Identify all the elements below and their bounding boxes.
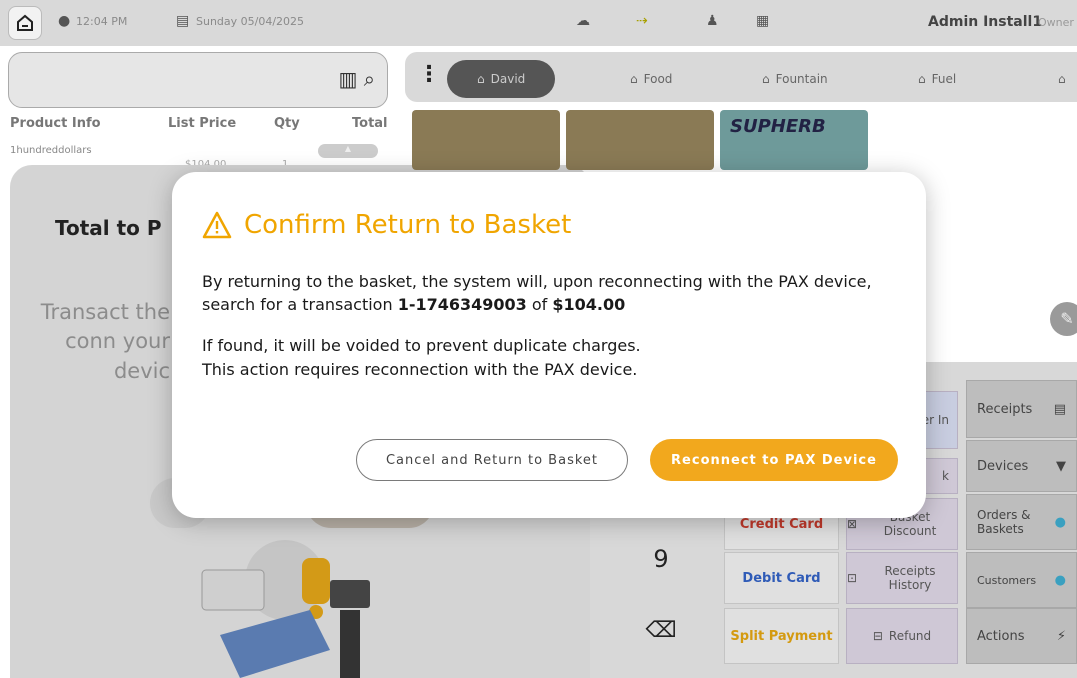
keypad-key-9[interactable]: 9 (605, 545, 717, 595)
status-date: Sunday 05/04/2025 (196, 15, 305, 28)
devices-icon: ▼ (1056, 458, 1066, 474)
transaction-id: 1-1746349003 (397, 295, 527, 315)
search-icon[interactable]: ⌕ (364, 67, 375, 91)
basket-item-expand[interactable]: ▲ (318, 144, 378, 158)
tab-food[interactable]: ⌂ Food (630, 60, 672, 98)
status-bar: ● 12:04 PM ▤ Sunday 05/04/2025 ☁ ⇢ ♟ ▦ A… (0, 0, 1077, 46)
confirm-return-dialog: Confirm Return to Basket By returning to… (172, 172, 926, 518)
dialog-paragraph-3: This action requires reconnection with t… (202, 359, 638, 379)
tab-label: David (490, 72, 526, 86)
product-tile[interactable] (412, 110, 560, 170)
store-icon: ⌂ (918, 72, 926, 86)
user-name[interactable]: Admin Install1 (928, 14, 1042, 30)
usb-icon: ⇢ (636, 13, 648, 29)
tab-label: Fuel (931, 72, 957, 86)
warning-icon (202, 211, 232, 239)
store-icon: ⌂ (630, 72, 638, 86)
dialog-title: Confirm Return to Basket (202, 210, 571, 240)
debit-card-button[interactable]: Debit Card (724, 552, 839, 604)
orders-icon: ● (1054, 514, 1066, 530)
user-icon: ♟ (706, 13, 719, 29)
calendar-icon: ▤ (176, 13, 190, 29)
store-icon: ⌂ (762, 72, 770, 86)
barcode-scan-icon[interactable]: ▥ (339, 67, 358, 91)
payment-status-message: Transact the conn your devic (40, 300, 170, 383)
tab-david[interactable]: ⌂ David (447, 60, 556, 98)
status-time: 12:04 PM (76, 15, 128, 28)
customers-icon: ● (1054, 572, 1066, 588)
total-to-pay-title: Total to P (55, 216, 162, 240)
receipt-icon: ▤ (1053, 401, 1066, 417)
receipts-history-label: Receipts History (884, 564, 936, 592)
tab-fuel[interactable]: ⌂ Fuel (918, 60, 956, 98)
backspace-key[interactable]: ⌫ (605, 603, 717, 659)
receipt-history-icon: ⊡ (847, 571, 858, 585)
discount-icon: ⊠ (847, 517, 858, 531)
dialog-body: By returning to the basket, the system w… (202, 270, 902, 381)
cancel-return-button[interactable]: Cancel and Return to Basket (356, 439, 628, 481)
reconnect-pax-button[interactable]: Reconnect to PAX Device (650, 439, 898, 481)
product-tile[interactable] (566, 110, 714, 170)
tab-label: Fountain (775, 72, 828, 86)
search-input[interactable]: ▥ ⌕ (8, 52, 388, 108)
card-terminal-illustration (201, 540, 370, 678)
refund-button[interactable]: ⊟ Refund (846, 608, 958, 664)
terminal-icon[interactable]: ▦ (756, 13, 769, 29)
orders-baskets-label: Orders & Baskets (977, 508, 1031, 536)
column-product-info: Product Info (10, 116, 101, 131)
product-tile-supherb[interactable]: SUPHERB (720, 110, 868, 170)
refund-label: Refund (888, 629, 932, 643)
column-list-price: List Price (168, 116, 237, 131)
home-button[interactable] (8, 6, 42, 40)
actions-button[interactable]: Actions ⚡ (966, 608, 1077, 664)
receipts-button[interactable]: Receipts ▤ (966, 380, 1077, 438)
devices-button[interactable]: Devices ▼ (966, 440, 1077, 492)
devices-label: Devices (977, 458, 1029, 474)
lightning-icon: ⚡ (1056, 628, 1066, 644)
cloud-sync-icon: ☁ (576, 13, 590, 29)
actions-label: Actions (977, 628, 1025, 644)
dialog-paragraph-1: By returning to the basket, the system w… (202, 270, 902, 316)
tab-fountain[interactable]: ⌂ Fountain (762, 60, 828, 98)
tab-label: Food (643, 72, 673, 86)
dialog-title-text: Confirm Return to Basket (244, 210, 572, 240)
column-total: Total (352, 116, 388, 131)
customers-button[interactable]: Customers ● (966, 552, 1077, 608)
basket-item-name: 1hundreddollars (10, 145, 92, 156)
edit-icon[interactable]: ✎ (1050, 302, 1077, 336)
tab-more[interactable]: ⌂ (1058, 60, 1066, 98)
clock-icon: ● (58, 13, 71, 29)
column-qty: Qty (274, 116, 300, 131)
dialog-text: of (526, 295, 553, 315)
split-payment-button[interactable]: Split Payment (724, 608, 839, 664)
store-icon: ⌂ (477, 72, 485, 86)
orders-baskets-button[interactable]: Orders & Baskets ● (966, 494, 1077, 550)
refund-icon: ⊟ (872, 629, 883, 643)
receipts-label: Receipts (977, 401, 1033, 417)
category-menu-icon[interactable]: ⋮ (418, 62, 440, 87)
receipts-history-button[interactable]: ⊡ Receipts History (846, 552, 958, 604)
home-icon (17, 14, 33, 31)
dialog-paragraph-2: If found, it will be voided to prevent d… (202, 336, 641, 356)
user-role: Owner (1038, 16, 1074, 29)
customers-label: Customers (977, 573, 1037, 587)
transaction-amount: $104.00 (552, 295, 626, 315)
